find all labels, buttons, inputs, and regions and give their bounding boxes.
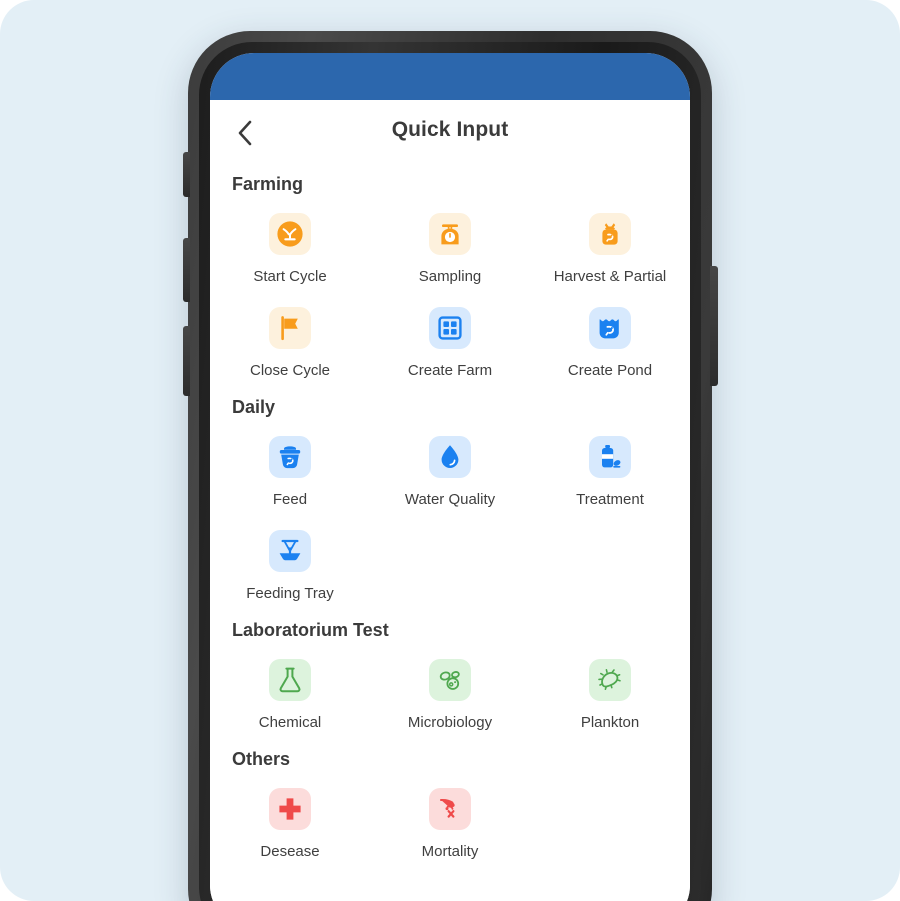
shortcut-start-cycle[interactable]: Start Cycle xyxy=(210,199,370,293)
shortcut-label: Plankton xyxy=(580,714,640,731)
shortcut-feed[interactable]: Feed xyxy=(210,422,370,516)
shortcut-label: Sampling xyxy=(418,268,482,285)
feeding-tray-icon xyxy=(269,530,311,572)
quick-input-sections: Farming Start Cycle Sampling Harvest & P… xyxy=(210,164,690,868)
section-daily: Daily Feed Water Quality Treatment Feedi… xyxy=(210,387,690,610)
shortcut-label: Mortality xyxy=(421,843,479,860)
phone-mockup: Quick Input Farming Start Cycle Sampling… xyxy=(183,31,718,901)
medicine-bottle-icon xyxy=(589,436,631,478)
shortcut-grid: Start Cycle Sampling Harvest & Partial C… xyxy=(210,199,690,387)
section-title: Daily xyxy=(232,397,276,417)
shortcut-label: Treatment xyxy=(576,491,644,508)
canvas-background: Quick Input Farming Start Cycle Sampling… xyxy=(0,0,900,901)
medical-cross-icon xyxy=(269,788,311,830)
pond-shrimp-icon xyxy=(589,307,631,349)
shortcut-feeding-tray[interactable]: Feeding Tray xyxy=(210,516,370,610)
phone-silent-switch[interactable] xyxy=(183,152,190,197)
shortcut-close-cycle[interactable]: Close Cycle xyxy=(210,293,370,387)
shortcut-chemical[interactable]: Chemical xyxy=(210,645,370,739)
app-content: Quick Input Farming Start Cycle Sampling… xyxy=(210,100,690,901)
shortcut-water-quality[interactable]: Water Quality xyxy=(370,422,530,516)
status-bar xyxy=(210,53,690,100)
app-bar: Quick Input xyxy=(210,100,690,164)
shortcut-create-farm[interactable]: Create Farm xyxy=(370,293,530,387)
shortcut-grid: Feed Water Quality Treatment Feeding Tra… xyxy=(210,422,690,610)
shortcut-plankton[interactable]: Plankton xyxy=(530,645,690,739)
grid-squares-icon xyxy=(429,307,471,349)
shortcut-desease[interactable]: Desease xyxy=(210,774,370,868)
section-title: Others xyxy=(232,749,291,769)
shortcut-mortality[interactable]: Mortality xyxy=(370,774,530,868)
bacteria-cells-icon xyxy=(429,659,471,701)
shortcut-label: Feed xyxy=(272,491,308,508)
phone-volume-down-button[interactable] xyxy=(183,326,190,396)
shortcut-create-pond[interactable]: Create Pond xyxy=(530,293,690,387)
shrimp-sack-icon xyxy=(589,213,631,255)
shortcut-label: Chemical xyxy=(258,714,322,731)
shortcut-grid: Chemical Microbiology Plankton xyxy=(210,645,690,739)
page-title: Quick Input xyxy=(391,118,509,141)
shrimp-circle-icon xyxy=(269,213,311,255)
shortcut-label: Create Farm xyxy=(407,362,493,379)
shortcut-label: Close Cycle xyxy=(249,362,331,379)
feed-bucket-icon xyxy=(269,436,311,478)
shortcut-harvest-partial[interactable]: Harvest & Partial xyxy=(530,199,690,293)
section-title: Laboratorium Test xyxy=(232,620,389,640)
shortcut-microbiology[interactable]: Microbiology xyxy=(370,645,530,739)
section-others: Others Desease Mortality xyxy=(210,739,690,868)
section-laboratorium-test: Laboratorium Test Chemical Microbiology … xyxy=(210,610,690,739)
shortcut-label: Feeding Tray xyxy=(246,585,334,602)
shortcut-label: Harvest & Partial xyxy=(553,268,667,285)
kitchen-scale-icon xyxy=(429,213,471,255)
section-farming: Farming Start Cycle Sampling Harvest & P… xyxy=(210,164,690,387)
shortcut-label: Desease xyxy=(260,843,320,860)
shortcut-label: Start Cycle xyxy=(253,268,327,285)
phone-volume-up-button[interactable] xyxy=(183,238,190,302)
shortcut-treatment[interactable]: Treatment xyxy=(530,422,690,516)
plankton-icon xyxy=(589,659,631,701)
flag-icon xyxy=(269,307,311,349)
shortcut-label: Microbiology xyxy=(407,714,493,731)
water-drop-icon xyxy=(429,436,471,478)
section-title: Farming xyxy=(232,174,304,194)
phone-screen: Quick Input Farming Start Cycle Sampling… xyxy=(210,53,690,901)
shortcut-sampling[interactable]: Sampling xyxy=(370,199,530,293)
flask-icon xyxy=(269,659,311,701)
dead-shrimp-icon xyxy=(429,788,471,830)
shortcut-label: Water Quality xyxy=(404,491,496,508)
phone-power-button[interactable] xyxy=(710,266,718,386)
shortcut-label: Create Pond xyxy=(567,362,653,379)
shortcut-grid: Desease Mortality xyxy=(210,774,690,868)
